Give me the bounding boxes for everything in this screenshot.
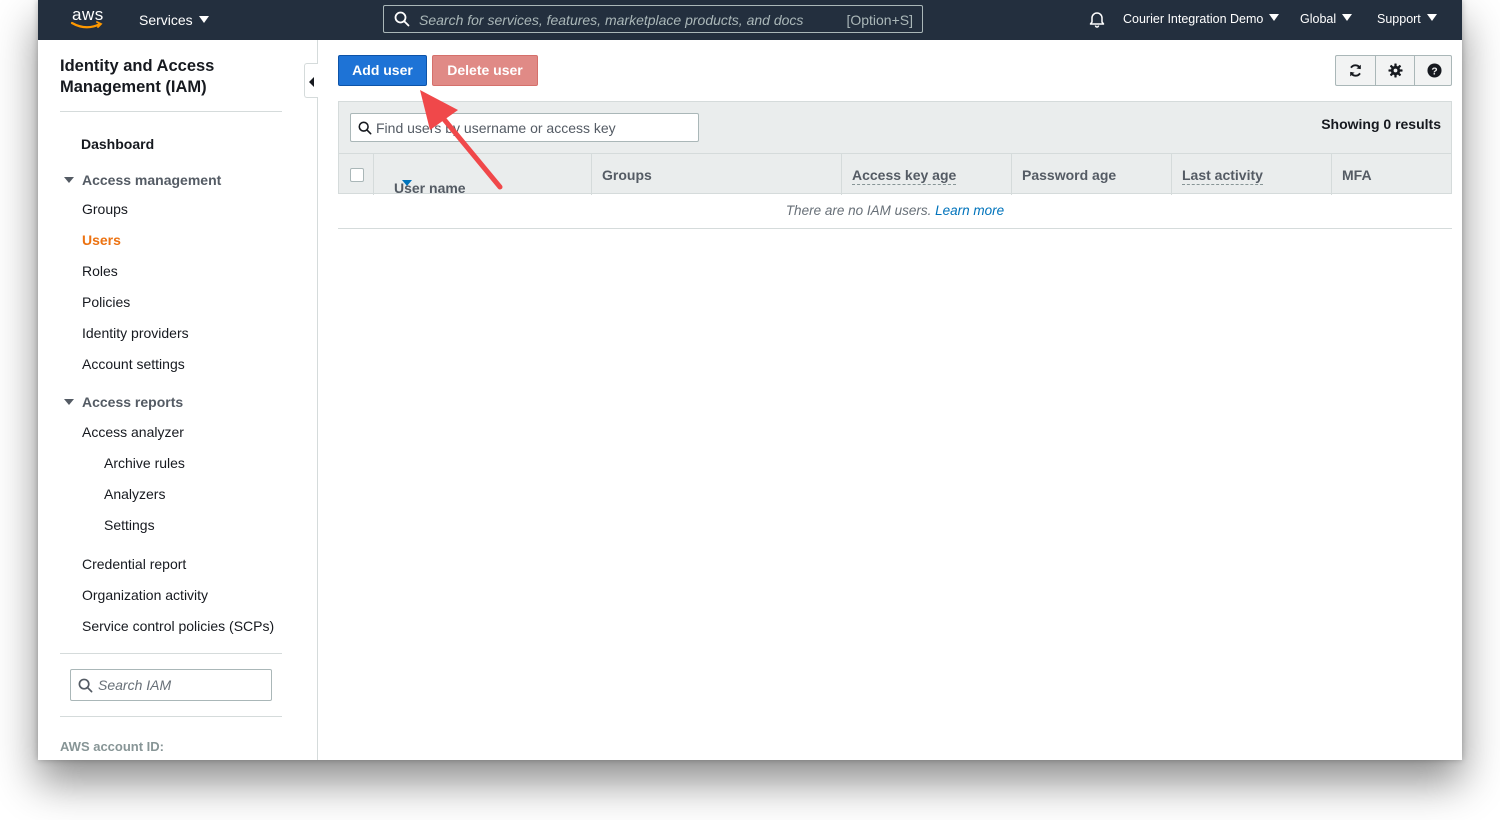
caret-left-icon [309, 77, 314, 87]
annotation-arrow-icon [420, 90, 503, 190]
access-management-label: Access management [82, 172, 222, 188]
column-label: Groups [602, 167, 652, 183]
aws-logo[interactable]: aws [70, 5, 106, 33]
sidebar-item-groups[interactable]: Groups [82, 201, 128, 217]
table-tools-group: ? [1335, 55, 1452, 86]
column-header-mfa[interactable]: MFA [1332, 154, 1451, 195]
notifications-bell-icon[interactable] [1088, 10, 1106, 28]
services-menu[interactable]: Services [139, 12, 209, 28]
sidebar-item-credential-report[interactable]: Credential report [82, 556, 186, 572]
sidebar-item-archive-rules[interactable]: Archive rules [104, 455, 185, 471]
column-label: Last activity [1182, 167, 1263, 185]
find-users-input[interactable]: Find users by username or access key [350, 113, 699, 142]
gear-icon [1388, 63, 1403, 78]
sidebar-item-scps[interactable]: Service control policies (SCPs) [82, 618, 274, 634]
sidebar-divider [60, 111, 282, 112]
settings-button[interactable] [1375, 56, 1414, 85]
sidebar-item-analyzer-settings[interactable]: Settings [104, 517, 155, 533]
browser-window: aws Services Search for services, featur… [38, 0, 1462, 760]
empty-text: There are no IAM users. [785, 203, 932, 218]
aws-smile-icon [70, 21, 103, 29]
top-navigation-bar: aws Services Search for services, featur… [38, 0, 1462, 40]
search-icon [78, 678, 93, 693]
refresh-icon [1349, 64, 1362, 77]
chevron-down-icon [198, 16, 209, 23]
sidebar-item-dashboard[interactable]: Dashboard [81, 136, 154, 152]
region-label: Global [1300, 12, 1337, 26]
support-menu[interactable]: Support [1377, 12, 1437, 26]
sidebar-item-identity-providers[interactable]: Identity providers [82, 325, 189, 341]
column-header-groups[interactable]: Groups [592, 154, 842, 195]
column-header-access-key-age[interactable]: Access key age [842, 154, 1012, 195]
column-header-last-activity[interactable]: Last activity [1172, 154, 1332, 195]
help-icon: ? [1427, 63, 1442, 78]
iam-sidebar: Identity and Access Management (IAM) Das… [38, 40, 318, 760]
account-label: Courier Integration Demo [1123, 12, 1264, 26]
caret-down-icon [64, 177, 74, 183]
learn-more-link[interactable]: Learn more [935, 203, 1004, 218]
global-search-placeholder: Search for services, features, marketpla… [419, 12, 804, 28]
search-shortcut-hint: [Option+S] [846, 12, 913, 28]
access-management-heading[interactable]: Access management [64, 172, 221, 188]
services-label: Services [139, 12, 193, 28]
region-menu[interactable]: Global [1300, 12, 1353, 26]
column-header-password-age[interactable]: Password age [1012, 154, 1172, 195]
sidebar-title: Identity and Access Management (IAM) [60, 57, 215, 96]
search-icon [358, 121, 372, 135]
chevron-down-icon [1426, 14, 1437, 21]
column-label: MFA [1342, 167, 1372, 183]
sidebar-divider [60, 653, 282, 654]
access-reports-heading[interactable]: Access reports [64, 394, 183, 410]
results-count: Showing 0 results [1321, 116, 1441, 132]
empty-table-message: There are no IAM users. Learn more [338, 194, 1452, 229]
account-menu[interactable]: Courier Integration Demo [1123, 12, 1280, 26]
sidebar-search-input[interactable]: Search IAM [70, 669, 272, 701]
svg-text:?: ? [1431, 66, 1437, 77]
select-all-checkbox[interactable] [350, 168, 364, 182]
help-button[interactable]: ? [1414, 56, 1453, 85]
chevron-down-icon [1342, 14, 1353, 21]
support-label: Support [1377, 12, 1421, 26]
sidebar-item-roles[interactable]: Roles [82, 263, 118, 279]
sidebar-item-organization-activity[interactable]: Organization activity [82, 587, 208, 603]
search-icon [394, 11, 410, 27]
sidebar-item-users[interactable]: Users [82, 232, 121, 248]
sidebar-item-analyzers[interactable]: Analyzers [104, 486, 165, 502]
account-id-label: AWS account ID: [60, 739, 165, 754]
column-label: Access key age [852, 167, 957, 185]
chevron-down-icon [1269, 14, 1280, 21]
sidebar-item-policies[interactable]: Policies [82, 294, 130, 310]
caret-down-icon [64, 399, 74, 405]
collapse-sidebar-button[interactable] [304, 63, 318, 98]
refresh-button[interactable] [1336, 56, 1375, 85]
sidebar-item-account-settings[interactable]: Account settings [82, 356, 185, 372]
column-label: Password age [1022, 167, 1117, 183]
global-search-input[interactable]: Search for services, features, marketpla… [383, 5, 923, 33]
sidebar-search-placeholder: Search IAM [98, 677, 172, 693]
select-all-cell [339, 154, 374, 195]
sidebar-item-access-analyzer[interactable]: Access analyzer [82, 424, 184, 440]
access-reports-label: Access reports [82, 394, 184, 410]
sidebar-divider [60, 716, 282, 717]
